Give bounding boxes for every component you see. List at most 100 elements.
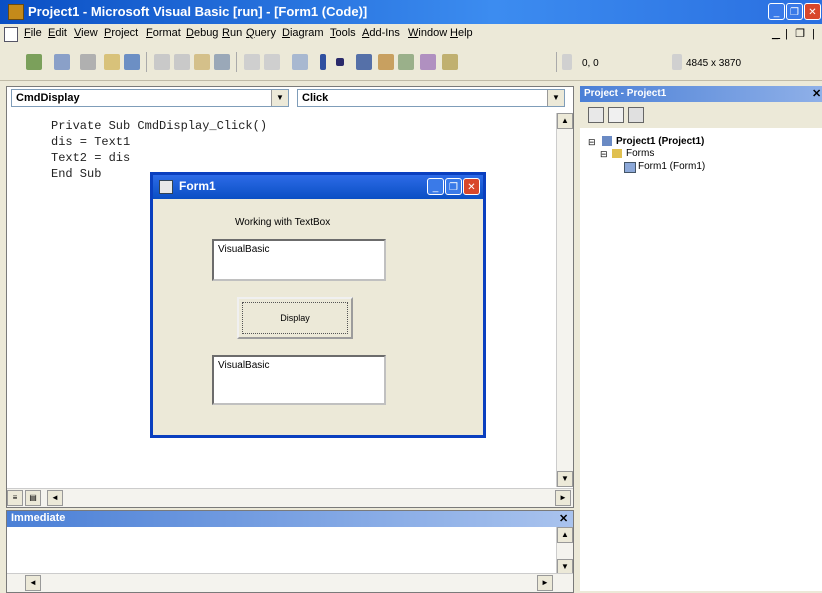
menu-format[interactable]: Format bbox=[146, 27, 181, 39]
paste-icon[interactable] bbox=[194, 54, 210, 70]
object-browser-icon[interactable] bbox=[420, 54, 436, 70]
text1-input[interactable]: VisualBasic bbox=[212, 239, 386, 281]
position-readout: 0, 0 bbox=[582, 58, 599, 69]
toolbar-separator bbox=[236, 52, 237, 72]
scroll-up-icon[interactable]: ▲ bbox=[557, 113, 573, 129]
add-project-icon[interactable] bbox=[26, 54, 42, 70]
code-vertical-scrollbar[interactable]: ▲ ▼ bbox=[556, 113, 573, 487]
menu-tools[interactable]: Tools bbox=[330, 27, 356, 39]
project-explorer-toolbar bbox=[580, 102, 822, 128]
project-icon bbox=[602, 136, 612, 146]
mdi-window-controls[interactable]: _ | ❐ | ✕ bbox=[772, 27, 822, 40]
immediate-title: Immediate bbox=[11, 512, 66, 524]
view-code-icon[interactable] bbox=[588, 107, 604, 123]
form1-window[interactable]: Form1 _ ❐ ✕ Working with TextBox VisualB… bbox=[150, 172, 486, 438]
immediate-horizontal-scrollbar[interactable]: ◄ ► bbox=[7, 573, 573, 592]
tree-forms-folder[interactable]: Forms bbox=[626, 148, 654, 159]
tree-collapse-icon[interactable]: ⊟ bbox=[588, 137, 596, 148]
code-line[interactable]: Text2 = dis bbox=[51, 151, 130, 165]
scroll-down-icon[interactable]: ▼ bbox=[557, 471, 573, 487]
find-icon[interactable] bbox=[214, 54, 230, 70]
menu-window[interactable]: Window bbox=[408, 27, 447, 39]
form-layout-icon[interactable] bbox=[398, 54, 414, 70]
scroll-left-icon[interactable]: ◄ bbox=[47, 490, 63, 506]
close-icon[interactable]: ✕ bbox=[559, 512, 568, 525]
menu-bar: File Edit View Project Format Debug Run … bbox=[0, 24, 822, 44]
scroll-right-icon[interactable]: ► bbox=[537, 575, 553, 591]
code-horizontal-scrollbar[interactable]: ≡ ▤ ◄ ► bbox=[7, 488, 573, 507]
copy-icon[interactable] bbox=[174, 54, 190, 70]
code-line[interactable]: End Sub bbox=[51, 167, 101, 181]
project-explorer: Project - Project1 ✕ ⊟ Project1 (Project… bbox=[580, 86, 822, 591]
form-icon bbox=[624, 162, 636, 173]
chevron-down-icon[interactable]: ▼ bbox=[271, 90, 288, 106]
start-icon[interactable] bbox=[292, 54, 308, 70]
form1-maximize-button[interactable]: ❐ bbox=[445, 178, 462, 195]
minimize-button[interactable]: _ bbox=[768, 3, 785, 20]
procedure-combo[interactable]: Click ▼ bbox=[297, 89, 565, 107]
add-form-icon[interactable] bbox=[54, 54, 70, 70]
menu-diagram[interactable]: Diagram bbox=[282, 27, 324, 39]
end-icon[interactable] bbox=[336, 58, 344, 66]
project-explorer-title-bar[interactable]: Project - Project1 ✕ bbox=[580, 86, 822, 102]
immediate-title-bar[interactable]: Immediate ✕ bbox=[7, 511, 573, 527]
form1-minimize-button[interactable]: _ bbox=[427, 178, 444, 195]
code-line[interactable]: dis = Text1 bbox=[51, 135, 130, 149]
display-button[interactable]: Display bbox=[237, 297, 353, 339]
vb-app-icon bbox=[8, 4, 24, 20]
folder-icon bbox=[612, 149, 622, 158]
size-readout: 4845 x 3870 bbox=[686, 58, 742, 69]
menu-editor-icon[interactable] bbox=[80, 54, 96, 70]
menu-add-ins[interactable]: Add-Ins bbox=[362, 27, 400, 39]
form1-title-bar[interactable]: Form1 _ ❐ ✕ bbox=[153, 175, 483, 199]
object-combo-value: CmdDisplay bbox=[16, 92, 80, 104]
view-object-icon[interactable] bbox=[608, 107, 624, 123]
form1-close-button[interactable]: ✕ bbox=[463, 178, 480, 195]
immediate-vertical-scrollbar[interactable]: ▲ ▼ bbox=[556, 527, 573, 575]
menu-view[interactable]: View bbox=[74, 27, 98, 39]
procedure-view-icon[interactable]: ≡ bbox=[7, 490, 23, 506]
scroll-right-icon[interactable]: ► bbox=[555, 490, 571, 506]
project-explorer-title: Project - Project1 bbox=[584, 88, 667, 99]
break-icon[interactable] bbox=[320, 54, 326, 70]
menu-edit[interactable]: Edit bbox=[48, 27, 67, 39]
open-project-icon[interactable] bbox=[104, 54, 120, 70]
tree-collapse-icon[interactable]: ⊟ bbox=[600, 149, 608, 160]
tree-form1[interactable]: Form1 (Form1) bbox=[638, 161, 705, 172]
cut-icon[interactable] bbox=[154, 54, 170, 70]
undo-icon[interactable] bbox=[244, 54, 260, 70]
full-module-view-icon[interactable]: ▤ bbox=[25, 490, 41, 506]
toggle-folders-icon[interactable] bbox=[628, 107, 644, 123]
redo-icon[interactable] bbox=[264, 54, 280, 70]
code-line[interactable]: Private Sub CmdDisplay_Click() bbox=[51, 119, 267, 133]
scroll-left-icon[interactable]: ◄ bbox=[25, 575, 41, 591]
working-label: Working with TextBox bbox=[235, 217, 331, 228]
toolbar-separator bbox=[556, 52, 557, 72]
main-title-bar[interactable]: Project1 - Microsoft Visual Basic [run] … bbox=[0, 0, 822, 24]
menu-help[interactable]: Help bbox=[450, 27, 473, 39]
maximize-button[interactable]: ❐ bbox=[786, 3, 803, 20]
tree-project[interactable]: Project1 (Project1) bbox=[616, 136, 704, 147]
close-icon[interactable]: ✕ bbox=[812, 87, 821, 100]
toolbox-icon[interactable] bbox=[442, 54, 458, 70]
menu-run[interactable]: Run bbox=[222, 27, 242, 39]
close-button[interactable]: ✕ bbox=[804, 3, 821, 20]
window-title: Project1 - Microsoft Visual Basic [run] … bbox=[28, 4, 368, 19]
chevron-down-icon[interactable]: ▼ bbox=[547, 90, 564, 106]
toolbar-separator bbox=[146, 52, 147, 72]
immediate-window[interactable]: Immediate ✕ ▲ ▼ ◄ ► bbox=[6, 510, 574, 593]
form-icon bbox=[159, 180, 173, 194]
properties-window-icon[interactable] bbox=[378, 54, 394, 70]
text2-input[interactable]: VisualBasic bbox=[212, 355, 386, 405]
menu-project[interactable]: Project bbox=[104, 27, 138, 39]
standard-toolbar: 0, 0 4845 x 3870 bbox=[0, 44, 822, 81]
menu-file[interactable]: File bbox=[24, 27, 42, 39]
save-project-icon[interactable] bbox=[124, 54, 140, 70]
procedure-combo-value: Click bbox=[302, 92, 329, 104]
project-explorer-icon[interactable] bbox=[356, 54, 372, 70]
scroll-up-icon[interactable]: ▲ bbox=[557, 527, 573, 543]
menu-query[interactable]: Query bbox=[246, 27, 276, 39]
form1-title: Form1 bbox=[179, 179, 216, 193]
object-combo[interactable]: CmdDisplay ▼ bbox=[11, 89, 289, 107]
menu-debug[interactable]: Debug bbox=[186, 27, 218, 39]
